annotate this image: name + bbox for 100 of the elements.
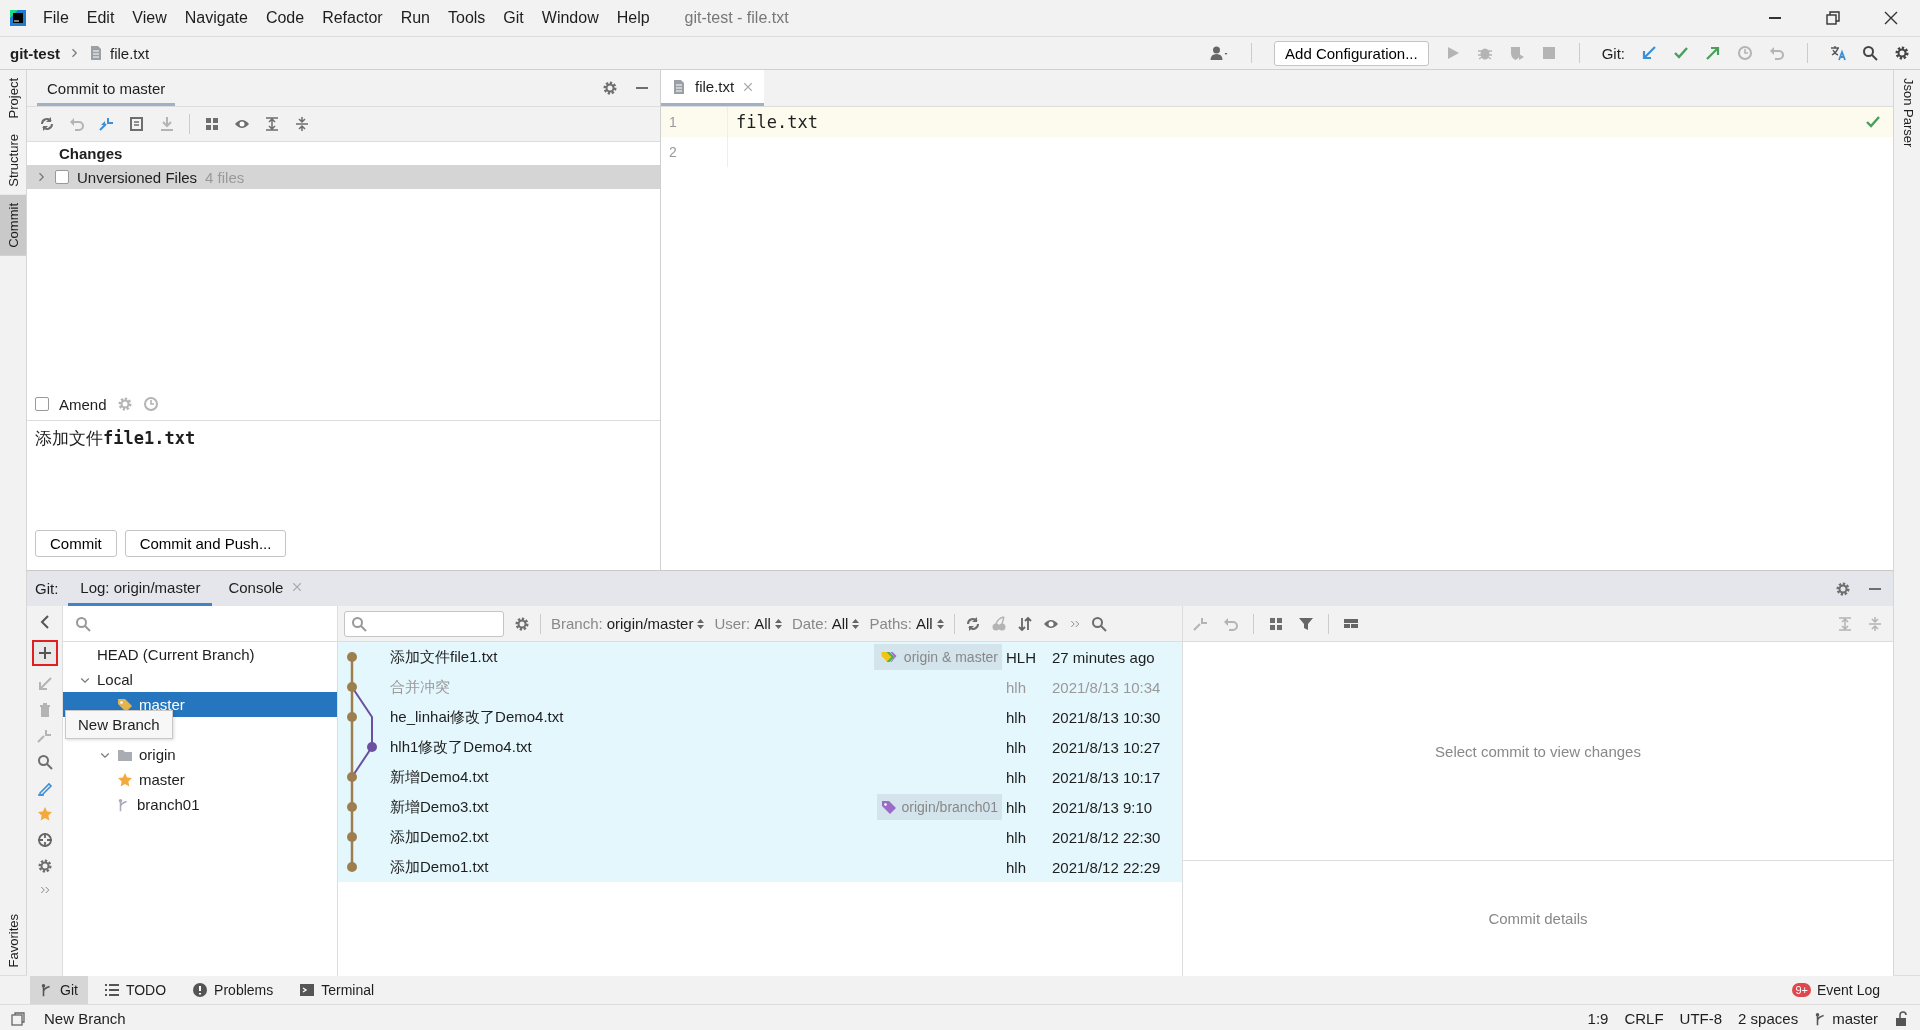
checkout-icon[interactable] (36, 676, 53, 692)
star-icon[interactable] (36, 806, 53, 822)
search-field[interactable] (344, 610, 504, 637)
list-icon[interactable] (103, 982, 120, 998)
more-icon[interactable] (38, 884, 51, 896)
commit-message[interactable]: 添加文件file1.txt (390, 647, 498, 667)
tool-window-tab[interactable]: Project (0, 70, 26, 127)
problems-icon[interactable] (192, 982, 209, 998)
commit-date: 2021/8/13 10:30 (1052, 708, 1161, 726)
refresh-icon[interactable] (39, 116, 55, 132)
menu-item[interactable]: Git (494, 9, 533, 27)
tool-window-tab[interactable]: Commit (0, 195, 26, 256)
settings-icon[interactable] (514, 615, 530, 632)
menu-item[interactable]: Refactor (313, 9, 392, 27)
event-log-button[interactable]: 9+ Event Log (1792, 982, 1880, 998)
menu-item[interactable]: Tools (439, 9, 495, 27)
menu-item[interactable]: Run (391, 9, 439, 27)
settings-icon[interactable] (602, 80, 618, 96)
branch-widget[interactable]: master (1814, 1010, 1878, 1027)
amend-label[interactable]: Amend (59, 395, 107, 413)
frame-icon[interactable] (10, 1010, 26, 1027)
commit-message[interactable]: hlh1修改了Demo4.txt (390, 737, 532, 757)
branch-tree-item[interactable]: master (139, 771, 185, 788)
menu-item[interactable]: Navigate (175, 9, 257, 27)
tool-window-button[interactable]: Git (30, 976, 88, 1004)
plus-icon[interactable] (36, 645, 53, 661)
crosshair-icon[interactable] (36, 832, 53, 848)
breadcrumb-item[interactable]: file.txt (110, 44, 150, 62)
settings-icon[interactable] (36, 858, 53, 874)
amend-checkbox[interactable] (35, 397, 49, 411)
menu-item[interactable]: File (34, 9, 78, 27)
status-item[interactable]: UTF-8 (1679, 1010, 1723, 1027)
expand-all-icon[interactable] (264, 116, 280, 132)
edit-arrow-icon[interactable] (36, 780, 53, 796)
restore-icon[interactable] (1825, 10, 1841, 26)
commit-button[interactable]: Commit (35, 530, 117, 557)
search-icon[interactable] (1090, 615, 1107, 632)
status-item[interactable]: 2 spaces (1738, 1010, 1799, 1027)
commit-message-field[interactable]: 添加文件file1.txt (27, 421, 660, 525)
branch-tree-item[interactable]: HEAD (Current Branch) (97, 646, 255, 663)
menu-item[interactable]: View (123, 9, 176, 27)
terminal-icon[interactable] (299, 982, 316, 998)
status-item[interactable]: 1:9 (1587, 1010, 1609, 1027)
tool-window-tab[interactable]: Favorites (0, 905, 26, 975)
check-icon[interactable] (1673, 45, 1689, 61)
sort-icon[interactable] (1016, 615, 1033, 632)
editor-tab[interactable]: file.txt (661, 70, 765, 106)
filter-dropdown[interactable]: Branch: origin/master (551, 615, 705, 632)
branch-tree-item[interactable]: Local (97, 671, 133, 688)
commit-message[interactable]: 添加Demo1.txt (390, 857, 489, 877)
filter-dropdown[interactable]: User: All (714, 615, 782, 632)
add-configuration-button[interactable]: Add Configuration... (1274, 40, 1429, 66)
search-icon[interactable] (1862, 45, 1878, 61)
filter-dropdown[interactable]: Paths: All (869, 615, 944, 632)
translate-icon[interactable] (1830, 45, 1846, 61)
menu-item[interactable]: Edit (77, 9, 124, 27)
commit-author: HLH (1006, 648, 1036, 666)
group-icon[interactable] (1268, 615, 1284, 632)
arrow-up-right-icon[interactable] (1705, 45, 1721, 61)
search-icon[interactable] (36, 754, 53, 770)
user-dropdown-icon[interactable] (1209, 45, 1230, 61)
up-down-arrows-icon (774, 617, 782, 630)
commit-message[interactable]: 新增Demo3.txt (390, 797, 489, 817)
arrow-down-left-icon[interactable] (1641, 45, 1657, 61)
close-icon[interactable] (1883, 10, 1899, 26)
arrows-icon[interactable] (99, 116, 115, 132)
branch-tree-item[interactable]: branch01 (137, 796, 200, 813)
status-item[interactable]: CRLF (1624, 1010, 1664, 1027)
menu-item[interactable]: Window (532, 9, 608, 27)
clock-icon[interactable] (142, 396, 159, 412)
tool-window-tab[interactable]: Structure (0, 126, 26, 196)
settings-icon[interactable] (1894, 45, 1910, 61)
filter-icon[interactable] (1298, 615, 1314, 632)
unlocked-icon[interactable] (1894, 1010, 1910, 1027)
branch-tree-item[interactable]: origin (139, 746, 176, 763)
tool-window-button[interactable]: Terminal (289, 976, 385, 1004)
filter-dropdown[interactable]: Date: All (791, 615, 860, 632)
check-icon[interactable] (1865, 114, 1881, 130)
commit-message[interactable]: 添加Demo2.txt (390, 827, 489, 847)
breadcrumb-item[interactable]: git-test (10, 44, 60, 62)
document-icon[interactable] (129, 116, 145, 132)
panel-tab[interactable]: Console (216, 571, 316, 606)
new-branch-button[interactable] (31, 640, 58, 666)
group-icon[interactable] (204, 116, 220, 132)
commit-message[interactable]: he_linhai修改了Demo4.txt (390, 707, 564, 727)
tag-icon (881, 799, 898, 815)
branch-tree-item[interactable]: master (139, 696, 185, 713)
tool-window-tab[interactable]: Json Parser (1894, 70, 1920, 156)
checkbox[interactable] (55, 170, 69, 184)
menu-item[interactable]: Code (256, 9, 314, 27)
refresh-icon[interactable] (964, 615, 981, 632)
settings-icon[interactable] (1835, 580, 1851, 597)
collapse-all-icon[interactable] (294, 116, 310, 132)
menu-item[interactable]: Help (607, 9, 659, 27)
status-message: New Branch (44, 1010, 126, 1027)
commit-message[interactable]: 新增Demo4.txt (390, 767, 489, 787)
commit-button[interactable]: Commit and Push... (124, 530, 287, 557)
changelist-row[interactable]: Unversioned Files 4 files (27, 165, 660, 189)
tool-window-button[interactable]: Problems (182, 976, 284, 1004)
tool-window-button[interactable]: TODO (93, 976, 177, 1004)
